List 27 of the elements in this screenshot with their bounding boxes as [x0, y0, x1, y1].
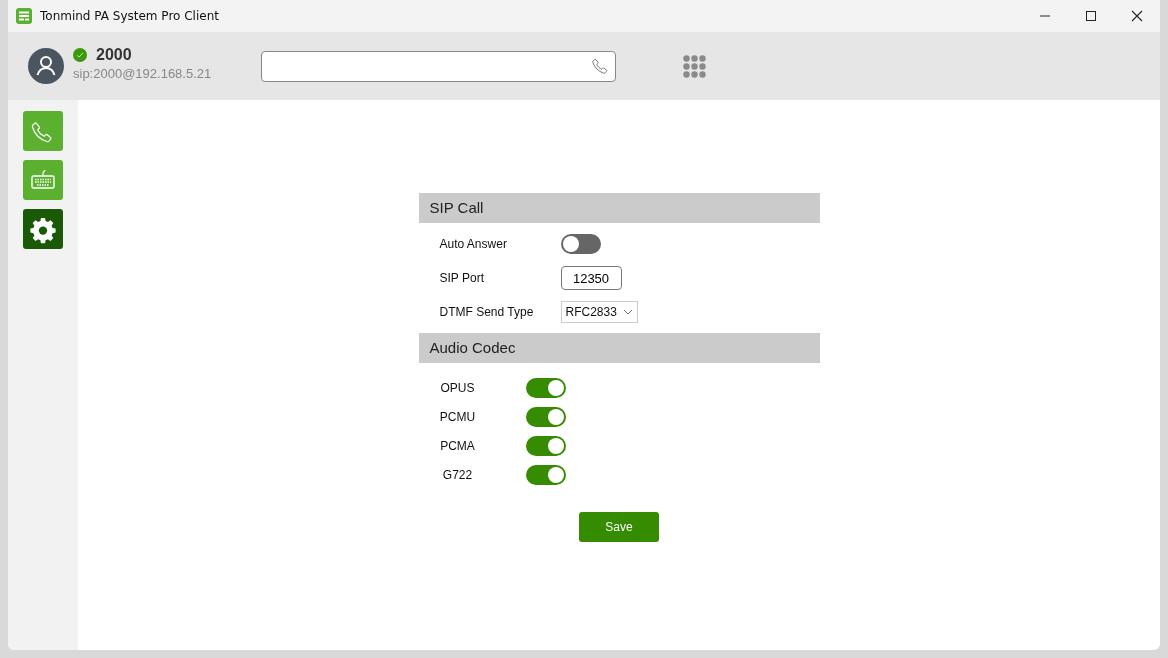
avatar-icon	[28, 48, 64, 84]
sip-address: sip:2000@192.168.5.21	[73, 65, 212, 81]
port-input-field[interactable]: 12350	[560, 266, 622, 290]
dropdown[interactable]: RFC2833	[560, 301, 638, 323]
setting-label: SIP Port	[439, 271, 485, 285]
window-title: Tonmind PA System Pro Client	[40, 9, 219, 23]
toggle-switch[interactable]	[525, 378, 566, 398]
chevron-down-icon	[622, 309, 633, 315]
account-number: 2000	[96, 45, 132, 64]
save-button[interactable]: Save	[579, 512, 659, 542]
toggle-switch[interactable]	[525, 465, 566, 485]
dial-input-field[interactable]	[261, 50, 617, 82]
sidebar-button[interactable]	[23, 209, 63, 249]
toggle-switch[interactable]	[560, 234, 601, 254]
toggle-switch[interactable]	[525, 436, 566, 456]
setting-label: Auto Answer	[439, 237, 508, 251]
setting-label: OPUS	[439, 381, 476, 395]
section-header: SIP Call	[418, 193, 820, 223]
setting-label: DTMF Send Type	[439, 305, 535, 319]
setting-label: G722	[441, 468, 474, 482]
app-logo-icon	[16, 8, 32, 24]
toggle-switch[interactable]	[525, 407, 566, 427]
section-header: Audio Codec	[418, 333, 820, 363]
phone-icon[interactable]	[591, 57, 610, 75]
dialpad-icon[interactable]	[683, 54, 707, 78]
setting-label: PCMU	[438, 410, 477, 424]
setting-label: PCMA	[439, 439, 476, 453]
